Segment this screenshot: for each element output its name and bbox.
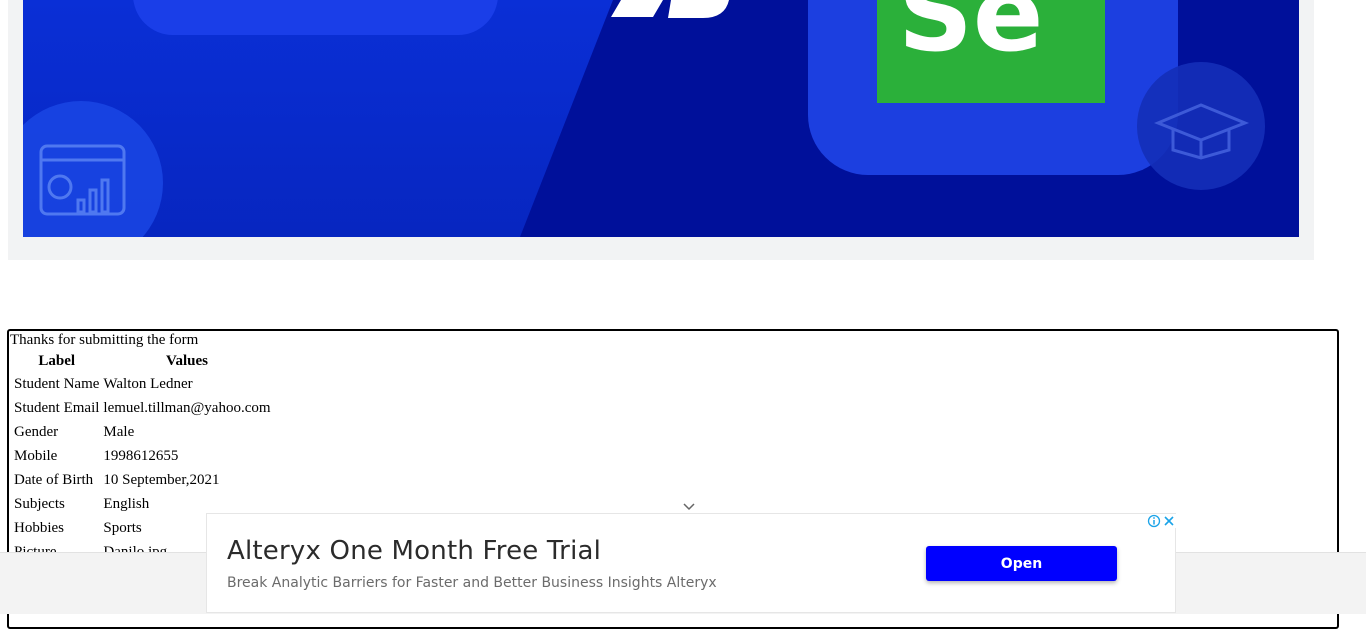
banner-left-card — [133, 0, 498, 35]
ad-title[interactable]: Alteryx One Month Free Trial — [227, 536, 601, 566]
selenium-logo-text: Se — [898, 0, 1044, 75]
table-row: Gender Male — [13, 421, 272, 443]
row-label: Student Name — [14, 375, 100, 392]
table-row: Student Name Walton Ledner — [13, 373, 272, 395]
row-value: Male — [103, 423, 135, 440]
table-row: Mobile 1998612655 — [13, 445, 272, 467]
table-header-row: Label Values — [13, 352, 272, 371]
row-label: Student Email — [14, 399, 100, 416]
row-label: Subjects — [14, 495, 65, 512]
modal-title: Thanks for submitting the form — [10, 332, 199, 348]
row-value: 10 September,2021 — [103, 471, 220, 488]
row-label: Date of Birth — [14, 471, 94, 488]
row-label: Gender — [14, 423, 59, 440]
ad-subtitle[interactable]: Break Analytic Barriers for Faster and B… — [227, 575, 717, 591]
table-row: Date of Birth 10 September,2021 — [13, 469, 272, 491]
column-header-values: Values — [165, 353, 208, 369]
ad-open-button[interactable]: Open — [926, 546, 1117, 581]
table-row: Subjects English — [13, 493, 272, 515]
row-value: lemuel.tillman@yahoo.com — [103, 399, 271, 416]
column-header-label: Label — [38, 353, 76, 369]
ad-banner[interactable]: Alteryx One Month Free Trial Break Analy… — [206, 513, 1176, 613]
chevron-down-icon[interactable] — [681, 501, 697, 513]
row-label: Hobbies — [14, 519, 64, 536]
info-icon[interactable] — [1147, 514, 1161, 528]
row-value: 1998612655 — [103, 447, 179, 464]
banner-image: Se — [23, 0, 1299, 237]
row-value: Walton Ledner — [103, 375, 193, 392]
banner-graphic — [23, 0, 1299, 237]
table-row: Student Email lemuel.tillman@yahoo.com — [13, 397, 272, 419]
banner-left-circle — [23, 101, 163, 237]
banner-frame: Se — [8, 0, 1314, 260]
banner-right-circle — [1137, 62, 1265, 190]
close-icon[interactable] — [1162, 514, 1176, 528]
row-label: Mobile — [14, 447, 58, 464]
row-value: English — [103, 495, 150, 512]
